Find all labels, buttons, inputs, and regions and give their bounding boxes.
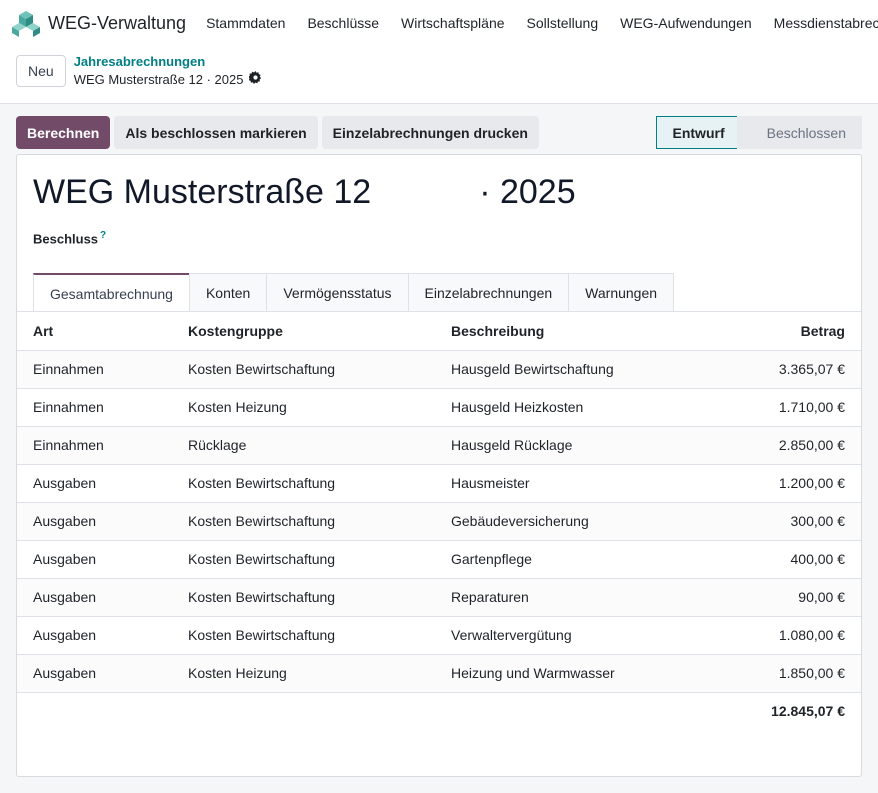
lines-table: Art Kostengruppe Beschreibung Betrag Ein…	[17, 312, 861, 730]
table-row[interactable]: Ausgaben Kosten Bewirtschaftung Reparatu…	[17, 578, 861, 617]
cell-beschreibung: Hausgeld Rücklage	[435, 426, 675, 465]
table-header-row: Art Kostengruppe Beschreibung Betrag	[17, 312, 861, 351]
header-art[interactable]: Art	[17, 312, 172, 351]
cell-beschreibung: Verwaltervergütung	[435, 616, 675, 655]
cell-beschreibung: Hausgeld Bewirtschaftung	[435, 350, 675, 389]
status-closed-label: Beschlossen	[766, 124, 846, 141]
print-individual-button[interactable]: Einzelabrechnungen drucken	[321, 116, 539, 149]
header-kostengruppe[interactable]: Kostengruppe	[172, 312, 435, 351]
record-breadcrumb-text: WEG Musterstraße 12 · 2025	[73, 71, 244, 87]
control-panel: Neu Jahresabrechnungen WEG Musterstraße …	[0, 46, 878, 104]
mark-closed-button[interactable]: Als beschlossen markieren	[114, 116, 318, 149]
cell-betrag: 2.850,00 €	[675, 426, 861, 465]
table-row[interactable]: Ausgaben Kosten Bewirtschaftung Hausmeis…	[17, 464, 861, 503]
record-name[interactable]: WEG Musterstraße 12 · 2025	[33, 173, 576, 212]
cell-kostengruppe: Kosten Heizung	[172, 388, 435, 427]
tab-vermoegensstatus[interactable]: Vermögensstatus	[266, 273, 409, 312]
new-button[interactable]: Neu	[16, 55, 66, 87]
cell-kostengruppe: Kosten Bewirtschaftung	[172, 350, 435, 389]
total-amount: 12.845,07 €	[771, 703, 845, 720]
cell-art: Einnahmen	[17, 426, 172, 465]
table-row[interactable]: Ausgaben Kosten Bewirtschaftung Gartenpf…	[17, 540, 861, 579]
beschluss-label: Beschluss?	[33, 230, 106, 246]
cell-art: Ausgaben	[17, 578, 172, 617]
cell-beschreibung: Hausgeld Heizkosten	[435, 388, 675, 427]
gear-icon[interactable]	[248, 71, 262, 88]
status-closed[interactable]: Beschlossen	[736, 116, 862, 149]
cell-art: Ausgaben	[17, 502, 172, 541]
table-row[interactable]: Einnahmen Kosten Bewirtschaftung Hausgel…	[17, 350, 861, 389]
cell-betrag: 400,00 €	[675, 540, 861, 579]
app-title[interactable]: WEG-Verwaltung	[48, 13, 186, 34]
breadcrumb: Jahresabrechnungen WEG Musterstraße 12 ·…	[74, 54, 263, 88]
cell-art: Einnahmen	[17, 388, 172, 427]
cell-betrag: 3.365,07 €	[675, 350, 861, 389]
app-logo-icon[interactable]	[12, 9, 40, 37]
table-row[interactable]: Ausgaben Kosten Heizung Heizung und Warm…	[17, 654, 861, 693]
cell-art: Ausgaben	[17, 616, 172, 655]
cell-kostengruppe: Kosten Heizung	[172, 654, 435, 693]
top-navbar: WEG-Verwaltung Stammdaten Beschlüsse Wir…	[0, 0, 878, 46]
header-betrag[interactable]: Betrag	[675, 312, 861, 351]
cell-betrag: 300,00 €	[675, 502, 861, 541]
cell-art: Ausgaben	[17, 464, 172, 503]
table-total-row: 12.845,07 €	[17, 692, 861, 730]
cell-art: Ausgaben	[17, 654, 172, 693]
form-sheet: WEG Musterstraße 12 · 2025 Beschluss? Ge…	[16, 154, 862, 777]
cell-beschreibung: Gartenpflege	[435, 540, 675, 579]
cell-kostengruppe: Rücklage	[172, 426, 435, 465]
cell-beschreibung: Heizung und Warmwasser	[435, 654, 675, 693]
status-draft-label: Entwurf	[672, 124, 725, 141]
cell-betrag: 1.080,00 €	[675, 616, 861, 655]
cell-art: Einnahmen	[17, 350, 172, 389]
help-tooltip-icon[interactable]: ?	[100, 230, 106, 241]
menu-messdienstabrechnung[interactable]: Messdienstabrechnu	[774, 15, 878, 31]
tab-gesamtabrechnung[interactable]: Gesamtabrechnung	[33, 273, 190, 312]
cell-betrag: 1.710,00 €	[675, 388, 861, 427]
cell-beschreibung: Hausmeister	[435, 464, 675, 503]
table-row[interactable]: Einnahmen Kosten Heizung Hausgeld Heizko…	[17, 388, 861, 427]
table-row[interactable]: Einnahmen Rücklage Hausgeld Rücklage 2.8…	[17, 426, 861, 465]
menu-sollstellung[interactable]: Sollstellung	[527, 15, 599, 31]
beschluss-label-text: Beschluss	[33, 231, 99, 247]
table-row[interactable]: Ausgaben Kosten Bewirtschaftung Verwalte…	[17, 616, 861, 655]
status-draft[interactable]: Entwurf	[655, 116, 737, 149]
cell-kostengruppe: Kosten Bewirtschaftung	[172, 540, 435, 579]
cell-art: Ausgaben	[17, 540, 172, 579]
table-row[interactable]: Ausgaben Kosten Bewirtschaftung Gebäudev…	[17, 502, 861, 541]
breadcrumb-link[interactable]: Jahresabrechnungen	[74, 54, 263, 70]
tab-warnungen[interactable]: Warnungen	[568, 273, 675, 312]
menu-weg-aufwendungen[interactable]: WEG-Aufwendungen	[620, 15, 752, 31]
cell-kostengruppe: Kosten Bewirtschaftung	[172, 502, 435, 541]
cell-betrag: 90,00 €	[675, 578, 861, 617]
action-bar: Berechnen Als beschlossen markieren Einz…	[0, 104, 878, 152]
cell-betrag: 1.850,00 €	[675, 654, 861, 693]
tab-einzelabrechnungen[interactable]: Einzelabrechnungen	[407, 273, 570, 312]
cell-betrag: 1.200,00 €	[675, 464, 861, 503]
menu-stammdaten[interactable]: Stammdaten	[206, 15, 285, 31]
notebook-tabs: Gesamtabrechnung Konten Vermögensstatus …	[33, 273, 675, 312]
record-breadcrumb-title: WEG Musterstraße 12 · 2025	[74, 71, 263, 88]
cell-kostengruppe: Kosten Bewirtschaftung	[172, 578, 435, 617]
cell-beschreibung: Gebäudeversicherung	[435, 502, 675, 541]
menu-beschluesse[interactable]: Beschlüsse	[307, 15, 379, 31]
record-year: · 2025	[479, 173, 576, 211]
menu-wirtschaftsplaene[interactable]: Wirtschaftspläne	[401, 15, 504, 31]
cell-beschreibung: Reparaturen	[435, 578, 675, 617]
tab-konten[interactable]: Konten	[188, 273, 268, 312]
header-beschreibung[interactable]: Beschreibung	[435, 312, 675, 351]
cell-kostengruppe: Kosten Bewirtschaftung	[172, 464, 435, 503]
cell-kostengruppe: Kosten Bewirtschaftung	[172, 616, 435, 655]
record-name-text: WEG Musterstraße 12	[33, 173, 372, 211]
compute-button[interactable]: Berechnen	[16, 116, 111, 149]
status-bar: Entwurf Beschlossen	[655, 116, 862, 149]
